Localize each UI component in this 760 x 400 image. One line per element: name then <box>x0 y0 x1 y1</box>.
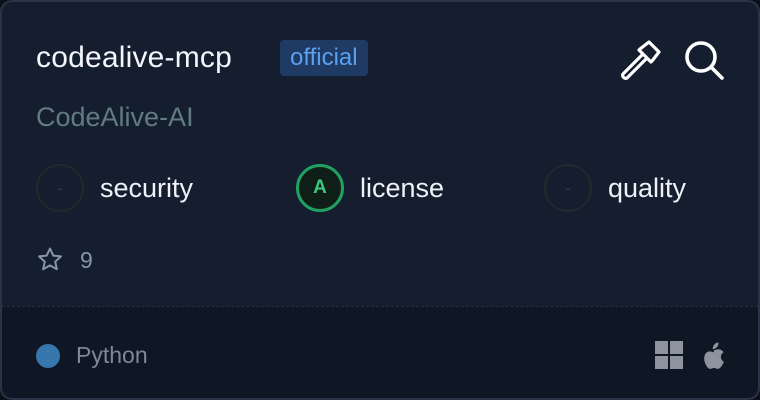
server-title[interactable]: codealive-mcp <box>36 40 232 76</box>
apple-icon <box>699 340 729 370</box>
card-footer: Python <box>2 306 758 398</box>
language-dot <box>36 344 60 368</box>
star-icon <box>36 246 64 274</box>
official-badge: official <box>280 40 368 76</box>
security-grade: - <box>36 164 84 212</box>
star-count: 9 <box>80 247 93 273</box>
quality-grade: - <box>544 164 592 212</box>
language-label: Python <box>76 342 148 368</box>
license-label: license <box>360 173 445 203</box>
quality-label: quality <box>608 173 687 203</box>
hammer-icon[interactable] <box>618 38 662 82</box>
search-icon[interactable] <box>682 38 726 82</box>
windows-icon <box>654 340 684 370</box>
server-card[interactable]: codealive-mcp official CodeAlive-AI - se… <box>0 0 760 400</box>
author-name[interactable]: CodeAlive-AI <box>36 100 194 134</box>
security-label: security <box>100 173 194 203</box>
license-grade: A <box>296 164 344 212</box>
